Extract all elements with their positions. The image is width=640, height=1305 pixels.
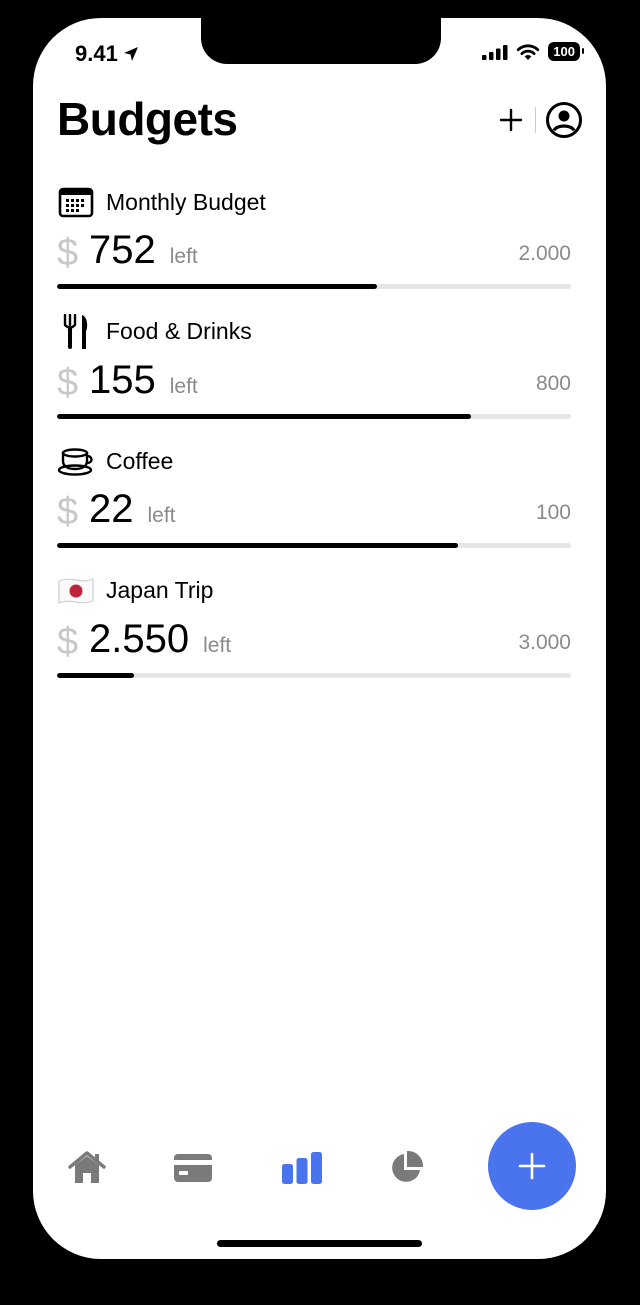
budget-item-food-drinks[interactable]: Food & Drinks $ 155 left 800 bbox=[57, 313, 571, 444]
japan-flag-icon bbox=[57, 573, 95, 609]
person-circle-icon bbox=[546, 102, 582, 138]
budget-item-coffee[interactable]: Coffee $ 22 left 100 bbox=[57, 443, 571, 573]
progress-fill bbox=[57, 543, 458, 548]
phone-screen: 9.41 100 Budgets Monthly Budget $ 752 le… bbox=[33, 18, 606, 1259]
budget-total: 3.000 bbox=[518, 630, 571, 654]
budget-progress-bar bbox=[57, 672, 571, 678]
budget-name: Coffee bbox=[106, 447, 174, 474]
add-button[interactable] bbox=[488, 1122, 576, 1210]
status-time: 9.41 bbox=[75, 41, 140, 67]
header-divider bbox=[535, 107, 536, 133]
progress-fill bbox=[57, 413, 472, 419]
credit-card-icon bbox=[174, 1154, 212, 1182]
house-icon bbox=[68, 1151, 106, 1183]
currency-symbol: $ bbox=[57, 620, 79, 663]
budget-total: 100 bbox=[535, 501, 571, 524]
tab-home[interactable] bbox=[65, 1148, 109, 1188]
fork-knife-icon bbox=[57, 313, 95, 350]
tab-budgets[interactable] bbox=[280, 1148, 324, 1188]
bar-chart-icon bbox=[282, 1152, 322, 1184]
pie-chart-icon bbox=[392, 1150, 424, 1182]
budget-name: Monthly Budget bbox=[106, 188, 266, 215]
tab-cards[interactable] bbox=[171, 1148, 215, 1188]
budget-item-japan-trip[interactable]: Japan Trip $ 2.550 left 3.000 bbox=[57, 573, 571, 703]
budget-progress-bar bbox=[57, 284, 571, 289]
wifi-icon bbox=[517, 43, 540, 60]
budget-item-monthly-budget[interactable]: Monthly Budget $ 752 left 2.000 bbox=[57, 184, 571, 314]
currency-symbol: $ bbox=[57, 361, 79, 404]
budget-progress-bar bbox=[57, 543, 571, 548]
plus-icon bbox=[499, 108, 523, 132]
notch bbox=[201, 18, 441, 64]
left-label: left bbox=[147, 504, 176, 527]
tab-reports[interactable] bbox=[384, 1148, 428, 1188]
budget-name: Food & Drinks bbox=[106, 318, 252, 344]
currency-symbol: $ bbox=[57, 232, 79, 274]
status-time-text: 9.41 bbox=[75, 41, 118, 66]
signal-icon bbox=[482, 44, 508, 60]
status-indicators: 100 bbox=[482, 42, 584, 61]
left-label: left bbox=[169, 374, 198, 398]
budget-total: 800 bbox=[535, 371, 571, 395]
budget-total: 2.000 bbox=[518, 242, 571, 265]
battery-indicator: 100 bbox=[548, 42, 584, 61]
home-indicator bbox=[217, 1240, 422, 1247]
amount-left: 22 left bbox=[89, 487, 176, 531]
budget-progress-bar bbox=[57, 413, 571, 419]
header-actions bbox=[491, 100, 584, 140]
left-label: left bbox=[169, 245, 198, 268]
amount-left: 155 left bbox=[89, 357, 198, 402]
amount-left: 752 left bbox=[89, 228, 198, 272]
location-arrow-icon bbox=[123, 47, 138, 61]
budget-list: Monthly Budget $ 752 left 2.000 Food & D… bbox=[57, 184, 571, 702]
page-title: Budgets bbox=[57, 93, 238, 145]
add-budget-button[interactable] bbox=[491, 100, 531, 140]
profile-button[interactable] bbox=[544, 100, 584, 140]
progress-fill bbox=[57, 284, 378, 289]
currency-symbol: $ bbox=[57, 491, 79, 533]
calendar-icon bbox=[57, 184, 95, 220]
progress-fill bbox=[57, 672, 135, 678]
left-label: left bbox=[203, 633, 232, 657]
plus-icon bbox=[518, 1152, 546, 1180]
amount-left: 2.550 left bbox=[89, 616, 232, 661]
coffee-cup-icon bbox=[57, 443, 95, 479]
budget-name: Japan Trip bbox=[106, 577, 214, 603]
